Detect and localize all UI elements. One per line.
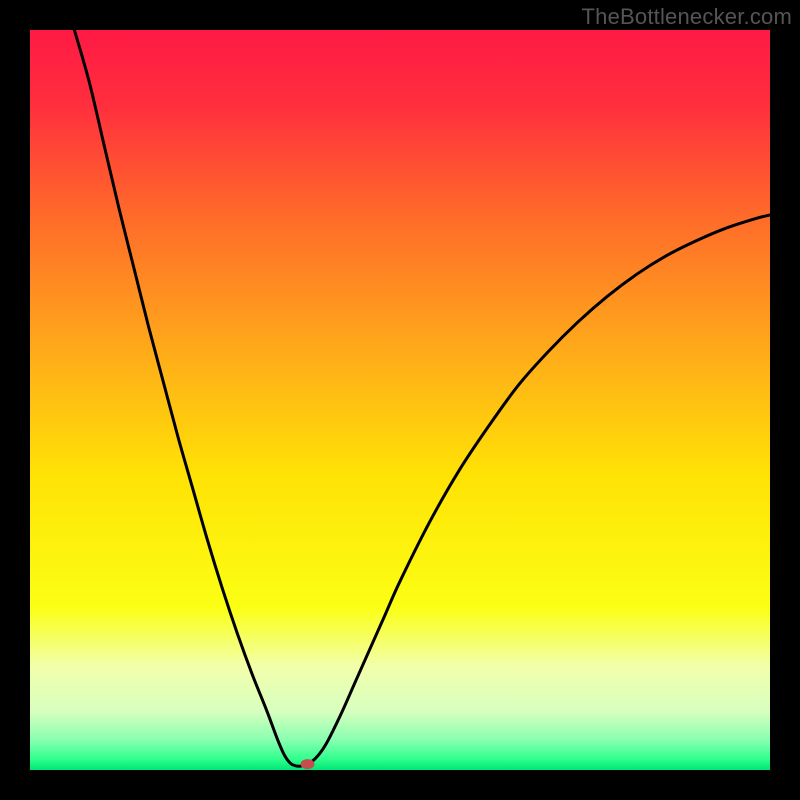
gradient-background [30,30,770,770]
watermark-text: TheBottlenecker.com [582,4,792,30]
bottleneck-chart [30,30,770,770]
optimal-point-marker [301,759,315,769]
chart-frame [30,30,770,770]
